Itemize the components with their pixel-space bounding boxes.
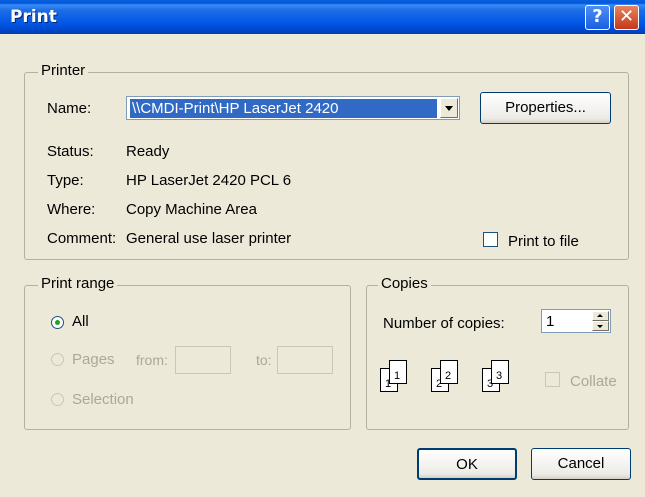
printer-name-value: \\CMDI-Print\HP LaserJet 2420: [130, 99, 437, 118]
properties-button[interactable]: Properties...: [480, 92, 611, 124]
to-label: to:: [256, 352, 272, 368]
cancel-button[interactable]: Cancel: [531, 448, 631, 480]
stepper-up-icon[interactable]: [592, 311, 609, 321]
collate-checkbox[interactable]: [545, 372, 560, 387]
to-input[interactable]: [277, 346, 333, 374]
print-to-file-checkbox[interactable]: [483, 232, 498, 247]
close-icon[interactable]: ✕: [614, 5, 639, 30]
help-icon[interactable]: ?: [585, 5, 610, 30]
printer-group-legend: Printer: [38, 62, 89, 79]
number-of-copies-label: Number of copies:: [383, 315, 505, 332]
comment-label: Comment:: [47, 230, 117, 247]
type-label: Type:: [47, 172, 84, 189]
printer-name-label: Name:: [47, 100, 92, 117]
status-label: Status:: [47, 143, 94, 160]
ok-button[interactable]: OK: [417, 448, 517, 480]
status-value: Ready: [126, 143, 170, 160]
copies-group: [366, 285, 629, 430]
collate-label[interactable]: Collate: [570, 373, 617, 390]
all-radio[interactable]: [51, 316, 64, 329]
pages-label[interactable]: Pages: [72, 351, 115, 368]
comment-value: General use laser printer: [126, 230, 292, 247]
copies-legend: Copies: [378, 275, 431, 292]
all-label[interactable]: All: [72, 313, 89, 330]
printer-name-dropdown[interactable]: \\CMDI-Print\HP LaserJet 2420: [126, 96, 460, 120]
stepper-down-icon[interactable]: [592, 321, 609, 331]
type-value: HP LaserJet 2420 PCL 6: [126, 172, 292, 189]
where-value: Copy Machine Area: [126, 201, 257, 218]
pages-radio[interactable]: [51, 353, 64, 366]
copies-value: 1: [546, 313, 555, 330]
from-label: from:: [136, 352, 168, 368]
page-icon: 1: [389, 360, 407, 384]
copies-stepper[interactable]: 1: [541, 309, 611, 333]
page-icon: 3: [491, 360, 509, 384]
print-to-file-label[interactable]: Print to file: [508, 233, 579, 250]
stepper-buttons[interactable]: [592, 311, 609, 331]
selection-radio[interactable]: [51, 393, 64, 406]
selection-label[interactable]: Selection: [72, 391, 134, 408]
page-icon: 2: [440, 360, 458, 384]
where-label: Where:: [47, 201, 96, 218]
from-input[interactable]: [175, 346, 231, 374]
window-title: Print: [10, 7, 57, 27]
chevron-down-icon[interactable]: [440, 98, 458, 118]
title-bar[interactable]: Print ? ✕: [0, 0, 645, 34]
print-range-legend: Print range: [38, 275, 118, 292]
